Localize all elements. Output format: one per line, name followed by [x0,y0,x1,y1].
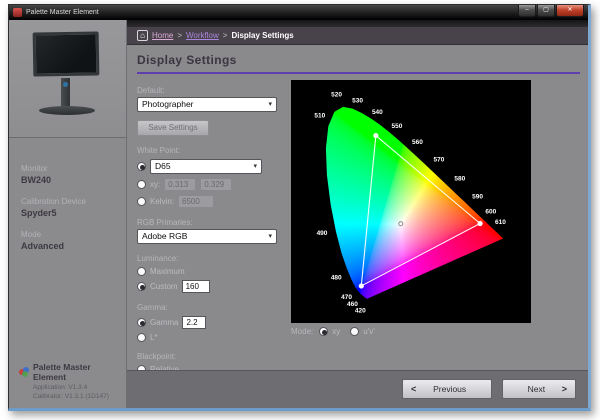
blackpoint-relative-radio[interactable] [137,365,146,370]
rgb-primaries-dropdown[interactable]: Adobe RGB ▾ [137,229,277,244]
gamma-value-field[interactable]: 2.2 [182,316,206,329]
kelvin-field[interactable]: 6500 [178,195,214,208]
mode-uv-option: u'v' [363,327,375,336]
white-point-xy-radio[interactable] [137,180,146,189]
title-bar: Palette Master Element – ▢ ✕ [9,5,588,20]
mode-uv-radio[interactable] [350,327,359,336]
luminance-custom-radio[interactable] [137,282,146,291]
heading-rule [137,72,580,74]
monitor-image-base [39,106,95,115]
footer-app-name: Palette Master Element [33,362,116,382]
mode-value: Advanced [21,241,114,251]
rgb-primaries-value: Adobe RGB [142,231,187,241]
palette-master-logo-icon [19,367,29,377]
xy-label: xy: [150,180,160,189]
settings-form: Default: Photographer ▾ Save Settings Wh… [137,80,287,370]
rgb-primaries-label: RGB Primaries: [137,218,287,227]
mode-xy-option: xy [332,327,340,336]
white-point-label: White Point: [137,146,287,155]
luminance-maximum-option: Maximum [150,267,185,276]
white-point-preset-dropdown[interactable]: D65 ▾ [150,159,262,174]
lstar-option: L* [150,333,158,342]
previous-button-label: Previous [416,384,483,394]
home-icon[interactable]: ⌂ [137,30,148,41]
footer-bar: < Previous Next > [127,370,588,408]
chevron-down-icon: ▾ [253,162,257,170]
close-button[interactable]: ✕ [556,5,584,17]
calibration-device-label: Calibration Device [21,197,114,206]
next-button[interactable]: Next > [502,379,576,399]
sidebar: Monitor BW240 Calibration Device Spyder5… [9,20,127,408]
kelvin-label: Kelvin: [150,197,174,206]
monitor-value: BW240 [21,175,114,185]
gamma-option: Gamma [150,318,178,327]
diagram-mode-label: Mode: [291,327,313,336]
gamma-value-radio[interactable] [137,318,146,327]
gamma-label: Gamma: [137,303,287,312]
gamma-lstar-radio[interactable] [137,333,146,342]
page-title: Display Settings [137,53,580,67]
next-button-label: Next [511,384,562,394]
monitor-stand-logo [63,82,68,87]
chevron-down-icon: ▾ [268,100,272,108]
cie-chromaticity-diagram [291,80,531,323]
main-content: Display Settings Default: Photographer ▾… [127,45,588,370]
breadcrumb-home-link[interactable]: Home [152,31,173,40]
default-dropdown-value: Photographer [142,99,194,109]
breadcrumb-current-page: Display Settings [231,31,293,40]
monitor-label: Monitor [21,164,114,173]
luminance-label: Luminance: [137,254,287,263]
maximize-button[interactable]: ▢ [537,5,555,17]
next-arrow-icon: > [562,384,567,394]
monitor-image-screen [33,31,100,76]
luminance-maximum-radio[interactable] [137,267,146,276]
app-icon [13,8,22,17]
breadcrumb-separator: > [177,31,182,40]
white-point-x-field[interactable]: 0.313 [164,178,196,191]
white-point-y-field[interactable]: 0.329 [200,178,232,191]
white-point-preset-value: D65 [155,161,171,171]
chromaticity-panel: Mode: xy u'v' [287,80,580,370]
breadcrumb-separator: > [223,31,228,40]
default-label: Default: [137,86,287,95]
app-window: Palette Master Element – ▢ ✕ Monitor BW2… [8,4,591,411]
chevron-down-icon: ▾ [268,232,272,240]
blackpoint-label: Blackpoint: [137,352,287,361]
white-point-preset-radio[interactable] [137,162,146,171]
application-version: Application: V1.3.4 [33,384,116,391]
save-settings-button[interactable]: Save Settings [137,120,209,136]
calibrator-version: Calibrator: V1.3.1 (1D147) [33,393,116,400]
white-point-kelvin-radio[interactable] [137,197,146,206]
luminance-custom-field[interactable]: 160 [182,280,210,293]
default-dropdown[interactable]: Photographer ▾ [137,97,277,112]
previous-button[interactable]: < Previous [402,379,492,399]
top-dark-strip [127,20,588,27]
breadcrumb: ⌂ Home > Workflow > Display Settings [127,27,588,45]
luminance-custom-option: Custom [150,282,178,291]
mode-label: Mode [21,230,114,239]
minimize-button[interactable]: – [518,5,536,17]
window-title: Palette Master Element [26,9,518,16]
monitor-photo [9,20,126,138]
calibration-device-value: Spyder5 [21,208,114,218]
mode-xy-radio[interactable] [319,327,328,336]
breadcrumb-workflow-link[interactable]: Workflow [186,31,219,40]
